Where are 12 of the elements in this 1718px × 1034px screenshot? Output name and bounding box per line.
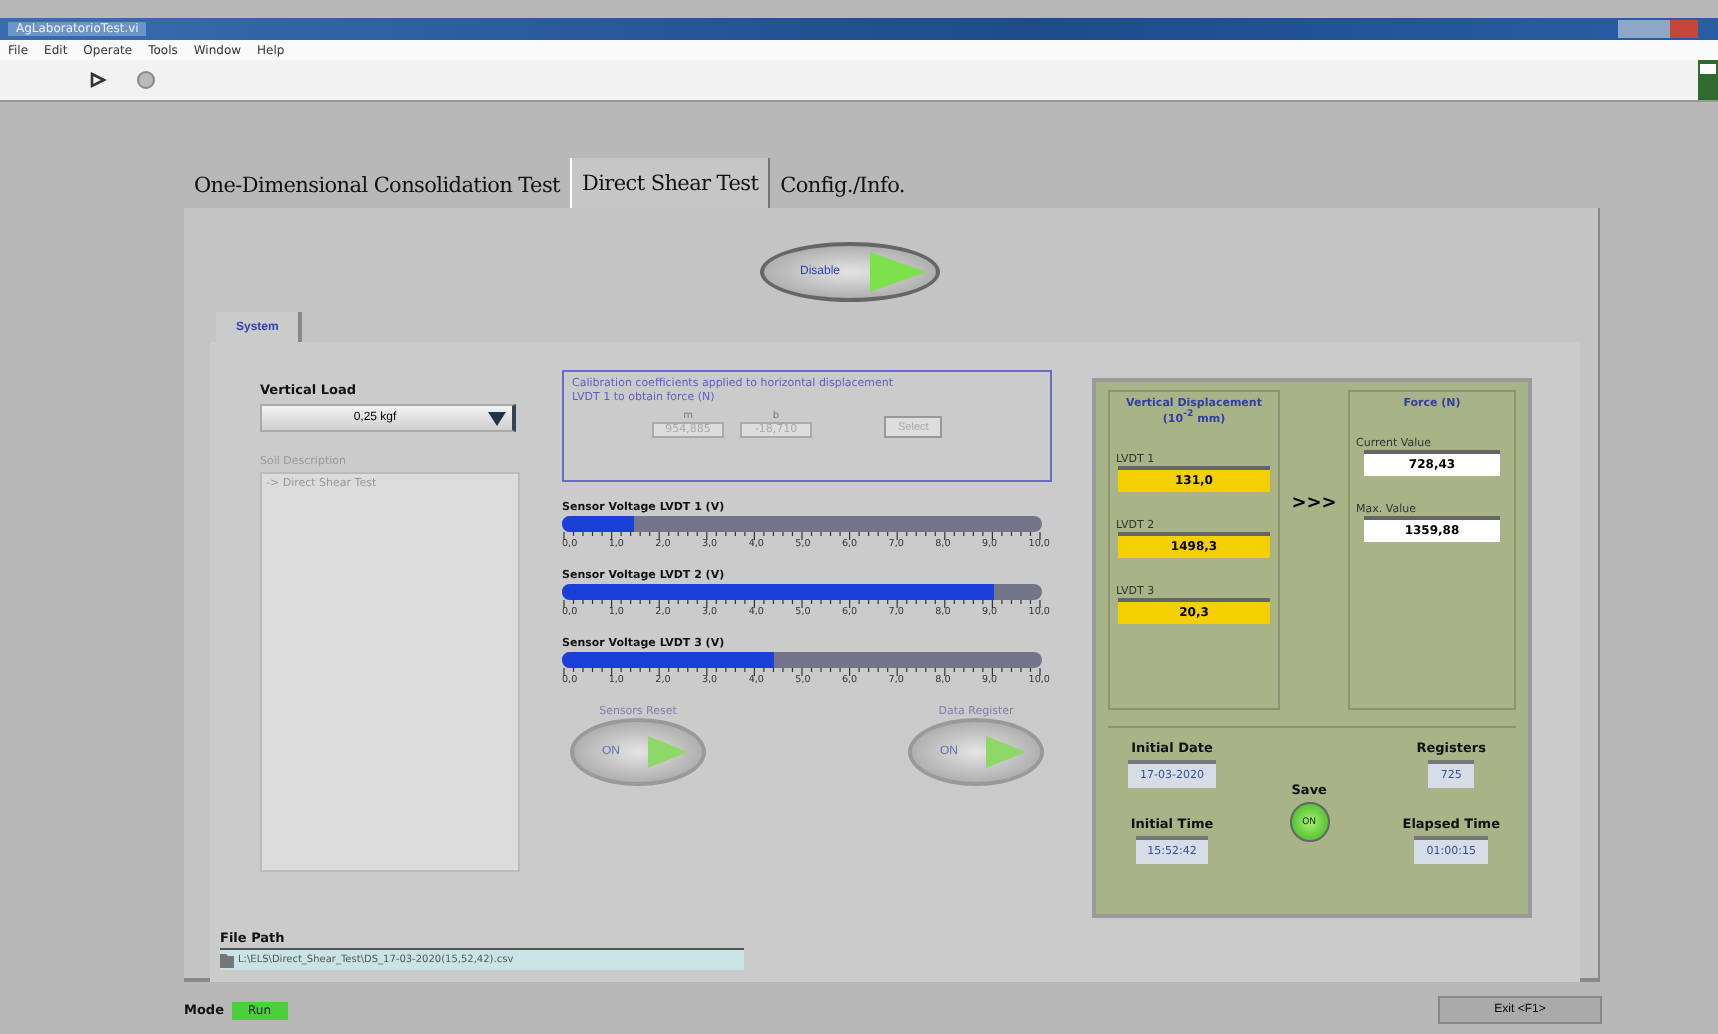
play-arrow-icon	[984, 734, 1028, 770]
stop-icon[interactable]	[136, 70, 156, 90]
window-controls-icon[interactable]	[1618, 20, 1698, 38]
play-arrow-icon	[646, 734, 690, 770]
folder-icon	[220, 952, 234, 968]
play-arrow-icon	[868, 250, 928, 294]
arrows-text: >>>	[1291, 494, 1337, 514]
tab[interactable]: Direct Shear Test	[569, 158, 771, 208]
tab[interactable]: One-Dimensional Consolidation Test	[184, 164, 570, 208]
run-arrow-icon[interactable]	[88, 70, 108, 90]
dropdown-arrow-icon	[488, 411, 506, 425]
tab[interactable]: Config./Info.	[770, 164, 915, 208]
